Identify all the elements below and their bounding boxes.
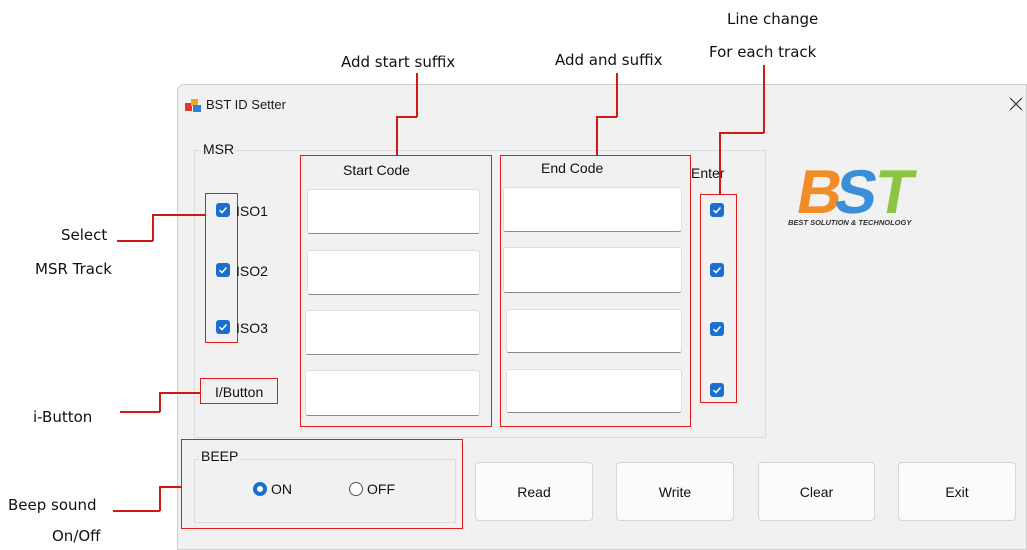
iso3-end-code-field[interactable] bbox=[506, 309, 682, 353]
ibutton-enter-checkbox[interactable] bbox=[710, 383, 724, 397]
read-button[interactable]: Read bbox=[475, 462, 593, 521]
annotation-select: Select bbox=[61, 226, 108, 244]
close-icon[interactable] bbox=[1009, 96, 1023, 111]
msr-group-label: MSR bbox=[201, 141, 237, 157]
enter-highlight bbox=[700, 194, 737, 403]
write-button[interactable]: Write bbox=[616, 462, 734, 521]
iso2-label: ISO2 bbox=[236, 263, 268, 279]
leader-end-vertical bbox=[616, 73, 618, 117]
iso2-enter-checkbox[interactable] bbox=[710, 263, 724, 277]
annotation-beep-sound: Beep sound bbox=[8, 496, 97, 514]
iso1-label: ISO1 bbox=[236, 203, 268, 219]
iso2-checkbox[interactable] bbox=[216, 263, 230, 277]
annotation-for-each-track: For each track bbox=[709, 43, 817, 61]
leader-end-horizontal bbox=[596, 116, 617, 118]
leader-beep-vertical bbox=[159, 486, 161, 511]
ibutton-end-code-field[interactable] bbox=[506, 369, 682, 413]
iso1-end-code-field[interactable] bbox=[503, 187, 682, 232]
window-title: BST ID Setter bbox=[206, 97, 286, 112]
ibutton-label: I/Button bbox=[215, 384, 264, 400]
clear-button[interactable]: Clear bbox=[758, 462, 875, 521]
annotation-msr-track: MSR Track bbox=[35, 260, 112, 278]
iso1-start-code-field[interactable] bbox=[307, 189, 480, 234]
leader-select-vertical bbox=[152, 214, 154, 241]
iso1-checkbox[interactable] bbox=[216, 203, 230, 217]
leader-select-horizontal bbox=[117, 240, 153, 242]
leader-select-to-box bbox=[152, 214, 206, 216]
beep-off-radio[interactable] bbox=[349, 482, 363, 496]
leader-ibutton-to-box bbox=[159, 392, 201, 394]
annotation-add-start-suffix: Add start suffix bbox=[341, 53, 456, 71]
iso3-start-code-field[interactable] bbox=[305, 310, 480, 355]
annotation-add-end-suffix: Add and suffix bbox=[555, 51, 663, 69]
iso1-enter-checkbox[interactable] bbox=[710, 203, 724, 217]
iso3-enter-checkbox[interactable] bbox=[710, 322, 724, 336]
leader-start-drop bbox=[396, 116, 398, 156]
beep-on-label: ON bbox=[271, 481, 292, 497]
annotation-i-button: i-Button bbox=[33, 408, 93, 426]
ibutton-start-code-field[interactable] bbox=[305, 370, 480, 416]
annotation-line-change: Line change bbox=[727, 10, 819, 28]
iso2-start-code-field[interactable] bbox=[307, 250, 480, 295]
iso2-end-code-field[interactable] bbox=[503, 247, 682, 293]
logo-tagline: BEST SOLUTION & TECHNOLOGY bbox=[788, 218, 912, 227]
leader-beep-to-box bbox=[159, 486, 182, 488]
beep-group-label: BEEP bbox=[199, 448, 241, 464]
annotation-on-off: On/Off bbox=[52, 527, 101, 545]
leader-beep-horizontal bbox=[113, 510, 160, 512]
iso3-checkbox[interactable] bbox=[216, 320, 230, 334]
leader-start-horizontal bbox=[396, 116, 417, 118]
leader-end-drop bbox=[596, 116, 598, 156]
beep-group bbox=[194, 459, 456, 523]
leader-ibutton-horizontal bbox=[120, 411, 160, 413]
leader-ibutton-vertical bbox=[159, 392, 161, 412]
leader-start-vertical bbox=[416, 73, 418, 117]
leader-enter-horizontal bbox=[719, 132, 764, 134]
iso3-label: ISO3 bbox=[236, 320, 268, 336]
beep-on-radio[interactable] bbox=[253, 482, 267, 496]
beep-off-label: OFF bbox=[367, 481, 395, 497]
exit-button[interactable]: Exit bbox=[898, 462, 1016, 521]
leader-enter-vertical bbox=[763, 65, 765, 133]
leader-enter-drop bbox=[719, 132, 721, 195]
app-icon bbox=[185, 97, 201, 112]
